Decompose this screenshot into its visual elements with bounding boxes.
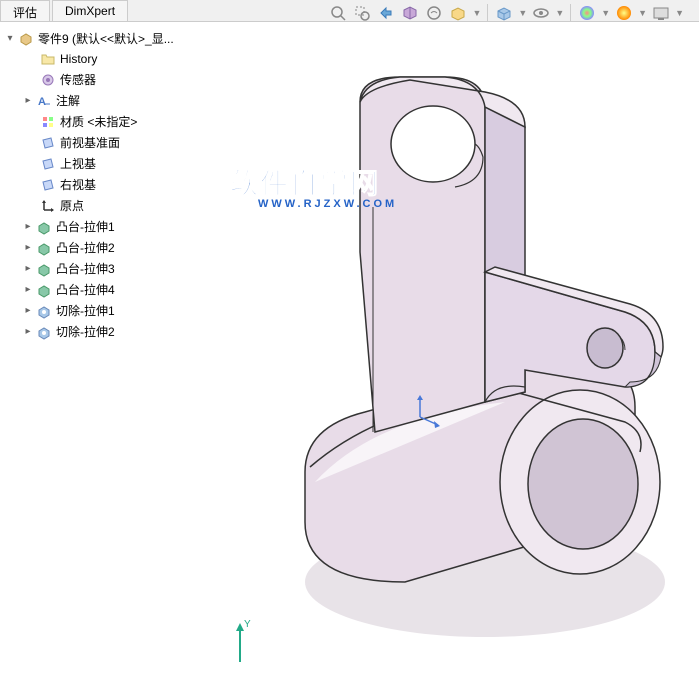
tree-item-material[interactable]: 材质 <未指定>: [4, 111, 201, 132]
zoom-area-icon[interactable]: [352, 3, 372, 23]
tree-item-extrude1[interactable]: ▸ 凸台-拉伸1: [4, 216, 201, 237]
tree-label: 前视基准面: [60, 134, 120, 151]
tree-item-cut1[interactable]: ▸ 切除-拉伸1: [4, 300, 201, 321]
annotation-icon: A: [36, 93, 52, 109]
prev-view-icon[interactable]: [376, 3, 396, 23]
svg-text:A: A: [38, 96, 46, 108]
tree-label: 切除-拉伸2: [56, 323, 115, 340]
expand-arrow-icon[interactable]: ▸: [22, 284, 34, 296]
tree-label: 上视基: [60, 155, 96, 172]
plane-icon: [40, 135, 56, 151]
folder-icon: [40, 51, 56, 67]
expand-arrow-icon[interactable]: ▸: [22, 95, 34, 107]
watermark: 软件自学网 WWW.RJZXW.COM: [230, 162, 397, 210]
expand-arrow-icon[interactable]: ▾: [4, 33, 16, 45]
view-toolbar: ▼ ▼ ▼ ▼ ▼ ▼: [328, 3, 684, 23]
expand-arrow-icon[interactable]: ▸: [22, 326, 34, 338]
tab-dimxpert[interactable]: DimXpert: [52, 0, 128, 21]
part-icon: [18, 31, 34, 47]
tree-label: 凸台-拉伸4: [56, 281, 115, 298]
tree-item-sensors[interactable]: 传感器: [4, 69, 201, 90]
tab-evaluate[interactable]: 评估: [0, 0, 50, 21]
tree-label: 右视基: [60, 176, 96, 193]
plane-icon: [40, 177, 56, 193]
tree-item-top-plane[interactable]: 上视基: [4, 153, 201, 174]
origin-icon: [40, 198, 56, 214]
dynamic-view-icon[interactable]: [424, 3, 444, 23]
extrude-icon: [36, 219, 52, 235]
view-orient-icon[interactable]: [448, 3, 468, 23]
tree-item-front-plane[interactable]: 前视基准面: [4, 132, 201, 153]
display-style-icon[interactable]: [494, 3, 514, 23]
tree-item-right-plane[interactable]: 右视基: [4, 174, 201, 195]
expand-arrow-icon[interactable]: ▸: [22, 221, 34, 233]
scene-icon[interactable]: [614, 3, 634, 23]
tree-item-annotations[interactable]: ▸ A 注解: [4, 90, 201, 111]
cut-icon: [36, 303, 52, 319]
feature-tree: ▾ 零件9 (默认<<默认>_显... History 传感器 ▸ A 注解 材…: [0, 22, 205, 687]
zoom-fit-icon[interactable]: [328, 3, 348, 23]
tree-label: 传感器: [60, 71, 96, 88]
tree-item-cut2[interactable]: ▸ 切除-拉伸2: [4, 321, 201, 342]
extrude-icon: [36, 240, 52, 256]
watermark-sub: WWW.RJZXW.COM: [258, 198, 397, 210]
hide-show-icon[interactable]: [531, 3, 551, 23]
tree-item-origin[interactable]: 原点: [4, 195, 201, 216]
section-view-icon[interactable]: [400, 3, 420, 23]
expand-arrow-icon[interactable]: ▸: [22, 242, 34, 254]
expand-arrow-icon[interactable]: ▸: [22, 305, 34, 317]
cut-icon: [36, 324, 52, 340]
extrude-icon: [36, 261, 52, 277]
tree-label: 材质 <未指定>: [60, 113, 137, 130]
tree-item-extrude4[interactable]: ▸ 凸台-拉伸4: [4, 279, 201, 300]
expand-arrow-icon[interactable]: ▸: [22, 263, 34, 275]
tree-item-history[interactable]: History: [4, 49, 201, 69]
render-icon[interactable]: [651, 3, 671, 23]
appearance-icon[interactable]: [577, 3, 597, 23]
plane-icon: [40, 156, 56, 172]
tree-label: 原点: [60, 197, 84, 214]
tree-root-label: 零件9 (默认<<默认>_显...: [38, 30, 174, 47]
sensor-icon: [40, 72, 56, 88]
model-3d[interactable]: [205, 52, 699, 652]
tree-label: 切除-拉伸1: [56, 302, 115, 319]
tree-root[interactable]: ▾ 零件9 (默认<<默认>_显...: [4, 28, 201, 49]
tree-label: 凸台-拉伸3: [56, 260, 115, 277]
triad-y-label: Y: [244, 619, 251, 630]
tree-label: 凸台-拉伸2: [56, 239, 115, 256]
view-triad[interactable]: Y: [220, 617, 280, 677]
material-icon: [40, 114, 56, 130]
viewport[interactable]: 软件自学网 WWW.RJZXW.COM: [205, 22, 699, 687]
extrude-icon: [36, 282, 52, 298]
tree-label: 注解: [56, 92, 80, 109]
tree-label: History: [60, 52, 97, 66]
tree-label: 凸台-拉伸1: [56, 218, 115, 235]
tree-item-extrude2[interactable]: ▸ 凸台-拉伸2: [4, 237, 201, 258]
tree-item-extrude3[interactable]: ▸ 凸台-拉伸3: [4, 258, 201, 279]
watermark-main: 软件自学网: [230, 162, 397, 202]
